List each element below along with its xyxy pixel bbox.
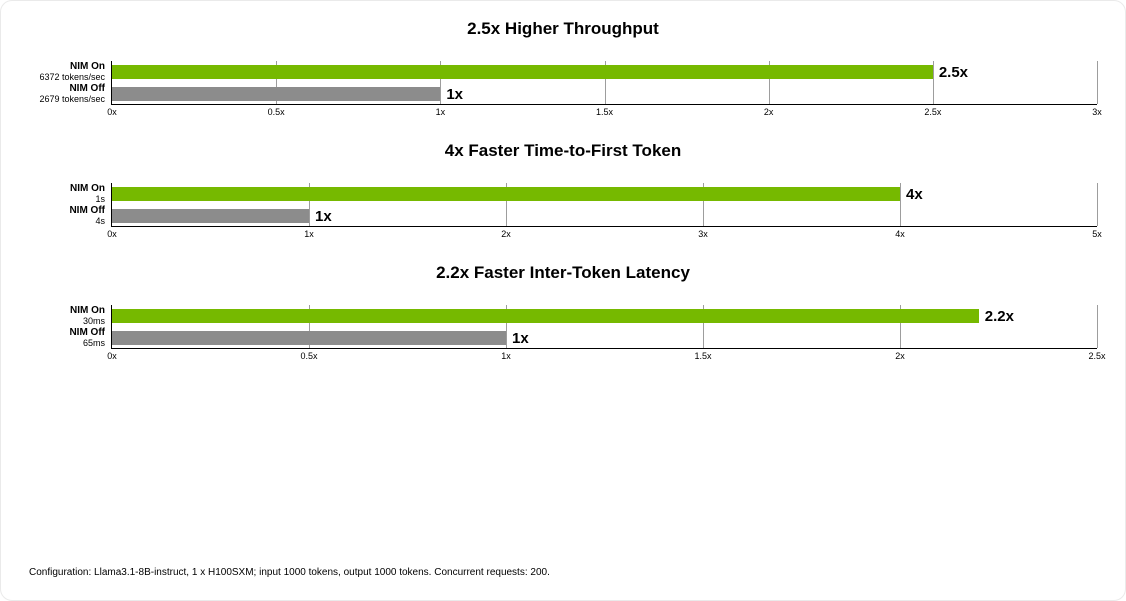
x-tick: 5x bbox=[1092, 226, 1102, 239]
bar-nim-off bbox=[112, 209, 309, 223]
x-tick: 2.5x bbox=[1088, 348, 1105, 361]
bar-nim-off bbox=[112, 331, 506, 345]
bar-nim-on bbox=[112, 65, 933, 79]
x-tick: 1x bbox=[436, 104, 446, 117]
category-label: NIM On bbox=[70, 306, 105, 316]
bar-nim-on bbox=[112, 309, 979, 323]
category-label: NIM Off bbox=[69, 328, 105, 338]
bar-value-label: 1x bbox=[506, 330, 529, 347]
bar-value-label: 2.2x bbox=[979, 308, 1014, 325]
chart-throughput: 2.5x Higher Throughput NIM On 6372 token… bbox=[29, 19, 1097, 105]
plot-area: 0x 0.5x 1x 1.5x 2x 2.5x 2.2x 1x bbox=[111, 305, 1097, 349]
x-tick: 1x bbox=[304, 226, 314, 239]
x-tick: 0x bbox=[107, 226, 117, 239]
bar-value-label: 4x bbox=[900, 186, 923, 203]
category-label: NIM On bbox=[70, 184, 105, 194]
category-sublabel: 4s bbox=[95, 217, 105, 226]
category-sublabel: 1s bbox=[95, 195, 105, 204]
x-tick: 0x bbox=[107, 104, 117, 117]
x-tick: 1x bbox=[501, 348, 511, 361]
x-tick: 2x bbox=[764, 104, 774, 117]
x-tick: 0.5x bbox=[300, 348, 317, 361]
chart-ttft: 4x Faster Time-to-First Token NIM On 1s … bbox=[29, 141, 1097, 227]
x-tick: 3x bbox=[698, 226, 708, 239]
category-label: NIM Off bbox=[69, 206, 105, 216]
bar-nim-off bbox=[112, 87, 440, 101]
y-axis-labels: NIM On 30ms NIM Off 65ms bbox=[29, 305, 111, 349]
plot-area: 0x 0.5x 1x 1.5x 2x 2.5x 3x 2.5x 1x bbox=[111, 61, 1097, 105]
bar-value-label: 1x bbox=[440, 86, 463, 103]
chart-itl: 2.2x Faster Inter-Token Latency NIM On 3… bbox=[29, 263, 1097, 349]
bar-value-label: 1x bbox=[309, 208, 332, 225]
y-axis-labels: NIM On 6372 tokens/sec NIM Off 2679 toke… bbox=[29, 61, 111, 105]
x-tick: 2x bbox=[501, 226, 511, 239]
x-tick: 0.5x bbox=[268, 104, 285, 117]
y-axis-labels: NIM On 1s NIM Off 4s bbox=[29, 183, 111, 227]
category-sublabel: 2679 tokens/sec bbox=[39, 95, 105, 104]
chart-title: 2.2x Faster Inter-Token Latency bbox=[29, 263, 1097, 283]
bar-nim-on bbox=[112, 187, 900, 201]
category-sublabel: 30ms bbox=[83, 317, 105, 326]
chart-title: 4x Faster Time-to-First Token bbox=[29, 141, 1097, 161]
x-tick: 2.5x bbox=[924, 104, 941, 117]
category-label: NIM On bbox=[70, 62, 105, 72]
x-tick: 4x bbox=[895, 226, 905, 239]
category-sublabel: 6372 tokens/sec bbox=[39, 73, 105, 82]
chart-title: 2.5x Higher Throughput bbox=[29, 19, 1097, 39]
x-tick: 2x bbox=[895, 348, 905, 361]
x-tick: 1.5x bbox=[694, 348, 711, 361]
chart-container: 2.5x Higher Throughput NIM On 6372 token… bbox=[0, 0, 1126, 601]
x-tick: 1.5x bbox=[596, 104, 613, 117]
category-sublabel: 65ms bbox=[83, 339, 105, 348]
x-tick: 0x bbox=[107, 348, 117, 361]
category-label: NIM Off bbox=[69, 84, 105, 94]
plot-area: 0x 1x 2x 3x 4x 5x 4x 1x bbox=[111, 183, 1097, 227]
x-tick: 3x bbox=[1092, 104, 1102, 117]
bar-value-label: 2.5x bbox=[933, 64, 968, 81]
footnote: Configuration: Llama3.1-8B-instruct, 1 x… bbox=[29, 567, 550, 578]
